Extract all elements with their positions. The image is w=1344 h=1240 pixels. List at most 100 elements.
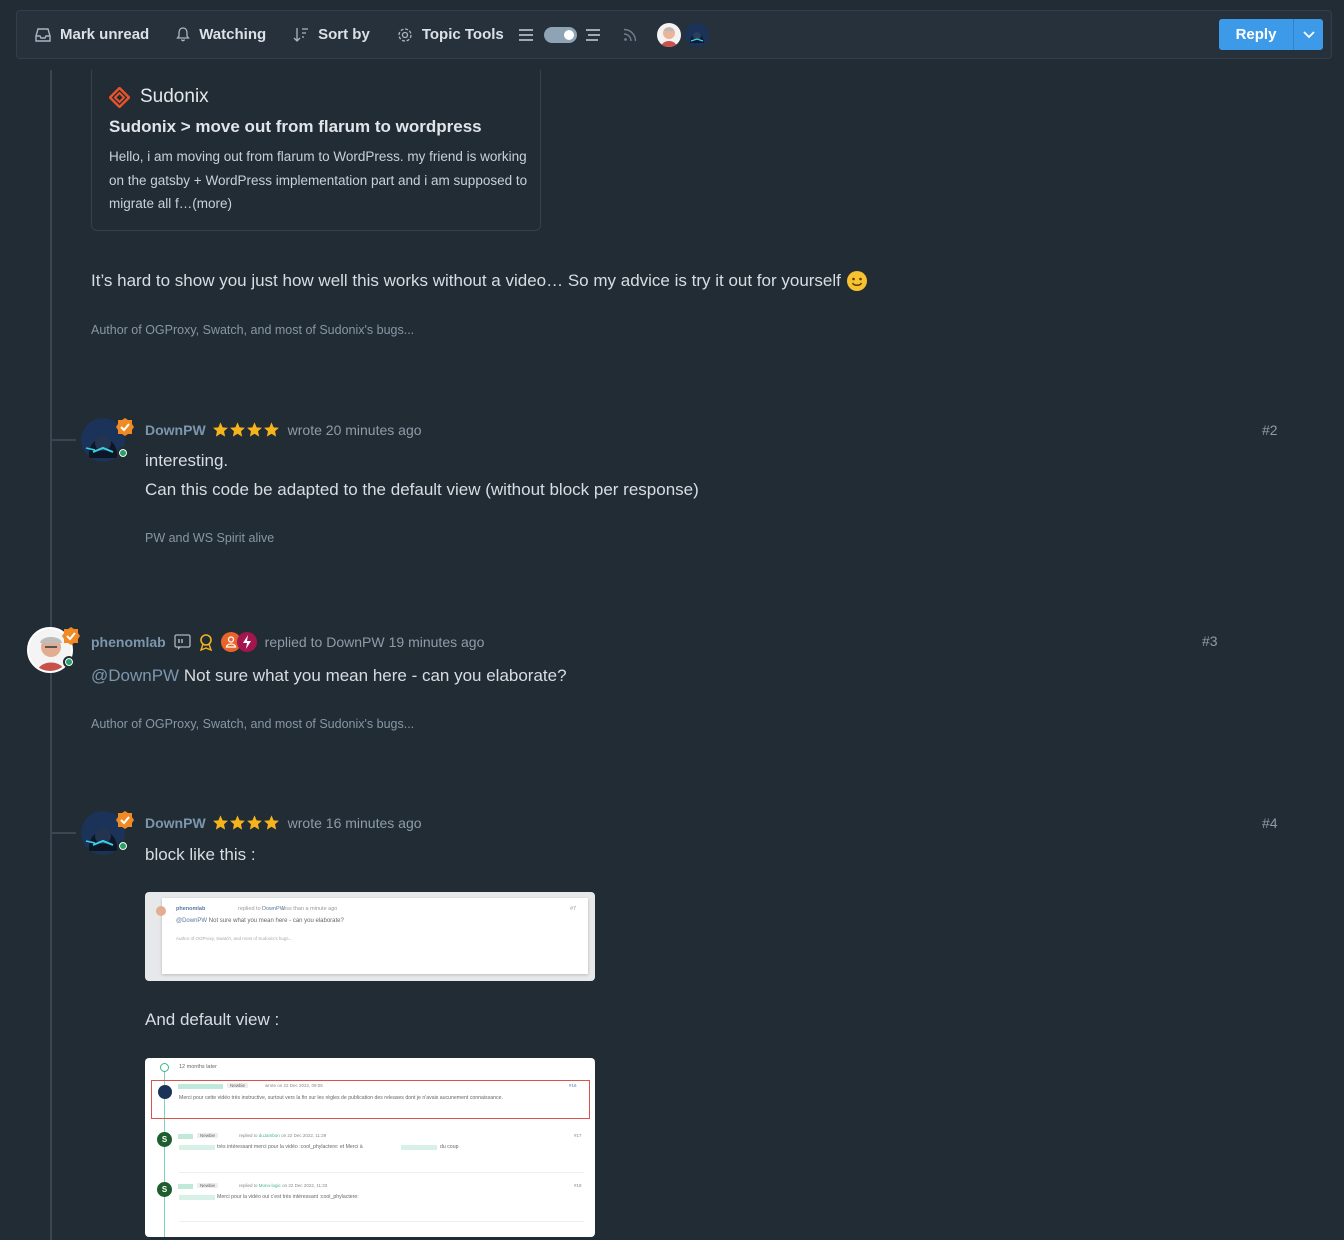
sudonix-logo-icon: [109, 86, 130, 108]
post-signature: PW and WS Spirit alive: [145, 531, 275, 545]
screenshot-badge: Newbie: [197, 1183, 219, 1188]
screenshot-redacted-name: [178, 1084, 223, 1089]
rss-icon[interactable]: [623, 28, 637, 42]
post-body-text: It’s hard to show you just how well this…: [91, 271, 841, 290]
smile-emoji-icon: [846, 271, 867, 291]
screenshot-mention: @DownPW: [176, 918, 208, 924]
post-header: DownPW wrote 20 minutes ago: [145, 421, 422, 438]
verified-badge-icon: [116, 811, 134, 829]
post-timestamp[interactable]: wrote 20 minutes ago: [288, 422, 422, 438]
post-body-line1: interesting.: [145, 451, 229, 470]
screenshot-divider: [179, 1172, 584, 1173]
group-badges: [220, 632, 257, 652]
screenshot-number: #18: [574, 1183, 582, 1188]
star-icon: [229, 815, 245, 830]
link-preview-card[interactable]: Sudonix Sudonix > move out from flarum t…: [91, 70, 541, 231]
lightning-badge-icon: [236, 632, 257, 652]
screenshot-divider: [179, 1221, 584, 1222]
username[interactable]: phenomlab: [91, 634, 166, 650]
preview-description: Hello, i am moving out from flarum to Wo…: [109, 149, 528, 211]
replied-to-user[interactable]: DownPW: [326, 634, 384, 650]
post-timestamp[interactable]: wrote 16 minutes ago: [288, 815, 422, 831]
screenshot-number: #17: [574, 1133, 582, 1138]
view-toggle[interactable]: [543, 26, 577, 43]
mark-unread-button[interactable]: Mark unread: [35, 26, 149, 43]
screenshot-badge: Newbie: [227, 1083, 249, 1088]
screenshot-body-tail: du coup: [440, 1144, 459, 1150]
post-body: It’s hard to show you just how well this…: [91, 270, 868, 292]
inbox-icon: [35, 27, 51, 42]
star-icon: [263, 815, 279, 830]
screenshot-later-label: 12 months later: [179, 1064, 217, 1070]
topic-tools-label: Topic Tools: [421, 26, 504, 43]
participant-avatar-phenomlab[interactable]: [656, 22, 681, 47]
screenshot-body-text: Not sure what you mean here - can you el…: [208, 918, 344, 924]
screenshot-redacted-name: [178, 1184, 193, 1189]
post-header: DownPW wrote 16 minutes ago: [145, 814, 422, 831]
sort-by-button[interactable]: Sort by: [293, 26, 370, 43]
post-number[interactable]: #2: [1262, 422, 1278, 438]
post-number[interactable]: #4: [1262, 815, 1278, 831]
post-header: phenomlab replied to DownPW 19 minutes a…: [91, 632, 484, 652]
online-status-indicator: [117, 447, 129, 459]
screenshot-avatar: [158, 1085, 172, 1099]
screenshot-redacted-mention: [179, 1145, 215, 1150]
list-view-icon[interactable]: [518, 28, 534, 42]
screenshot-redacted-mention: [401, 1145, 437, 1150]
star-icon: [263, 422, 279, 437]
bell-icon: [176, 27, 191, 42]
screenshot-number: #16: [569, 1083, 577, 1088]
replied-to-text: replied to: [264, 634, 323, 650]
screenshot-timeline-dot: [160, 1063, 169, 1072]
watching-button[interactable]: Watching: [176, 26, 266, 43]
username[interactable]: DownPW: [145, 422, 206, 438]
username[interactable]: DownPW: [145, 815, 206, 831]
screenshot-target: duJambon: [258, 1133, 280, 1138]
sort-by-label: Sort by: [318, 26, 370, 43]
screenshot-body: @DownPW Not sure what you mean here - ca…: [176, 918, 344, 924]
reply-dropdown-caret[interactable]: [1293, 19, 1323, 50]
star-icon: [212, 815, 228, 830]
star-icon: [246, 422, 262, 437]
screenshot-username: phenomlab: [176, 906, 206, 912]
screenshot-redacted-mention: [179, 1195, 215, 1200]
mention-link[interactable]: @DownPW: [91, 666, 179, 685]
avatar-downpw[interactable]: [81, 811, 134, 855]
timeline-tick: [52, 832, 76, 834]
embedded-screenshot-default-view[interactable]: 12 months later Newbie wrote on 22 Dec 2…: [145, 1058, 595, 1237]
post-number[interactable]: #3: [1202, 633, 1218, 649]
embedded-screenshot-block[interactable]: phenomlab replied to DownPW less than a …: [145, 892, 595, 981]
participant-avatar-downpw[interactable]: [684, 22, 709, 47]
reply-button[interactable]: Reply: [1219, 19, 1323, 50]
reply-label: Reply: [1235, 26, 1277, 43]
avatar-downpw[interactable]: [81, 418, 134, 462]
post-body-line2: And default view :: [145, 1010, 280, 1029]
screenshot-avatar: [156, 906, 166, 916]
compact-list-icon[interactable]: [585, 28, 601, 42]
topic-tools-button[interactable]: Topic Tools: [397, 26, 504, 43]
screenshot-redacted-name: [178, 1134, 193, 1139]
rating-stars: [212, 421, 280, 438]
online-status-indicator: [63, 656, 75, 668]
screenshot-avatar: S: [157, 1182, 172, 1197]
verified-badge-icon: [62, 627, 80, 645]
verified-badge-icon: [116, 418, 134, 436]
screenshot-body: Merci pour la vidéo oui c'est très intér…: [217, 1194, 359, 1200]
post-timestamp[interactable]: 19 minutes ago: [389, 634, 485, 650]
online-status-indicator: [117, 840, 129, 852]
screenshot-time: replied to Mono-logic on 22 Dec 2022, 11…: [239, 1183, 327, 1188]
watching-label: Watching: [199, 26, 267, 43]
award-icon: [199, 633, 212, 651]
preview-title[interactable]: Sudonix > move out from flarum to wordpr…: [109, 117, 482, 137]
mark-unread-label: Mark unread: [60, 26, 150, 43]
screenshot-signature: Author of OGProxy, Swatch, and most of S…: [176, 936, 293, 941]
screenshot-date: on 22 Dec 2022, 11:29: [281, 1133, 327, 1138]
screenshot-number: #7: [570, 906, 577, 912]
post-signature: Author of OGProxy, Swatch, and most of S…: [91, 323, 415, 337]
avatar-phenomlab[interactable]: [27, 627, 80, 673]
screenshot-replied: replied to: [239, 1133, 258, 1138]
post-body-line2: Can this code be adapted to the default …: [145, 480, 699, 499]
preview-site: Sudonix: [109, 86, 209, 108]
screenshot-post-card: phenomlab replied to DownPW less than a …: [156, 898, 588, 974]
screenshot-time: wrote on 22 Dec 2022, 09:05: [265, 1083, 323, 1088]
